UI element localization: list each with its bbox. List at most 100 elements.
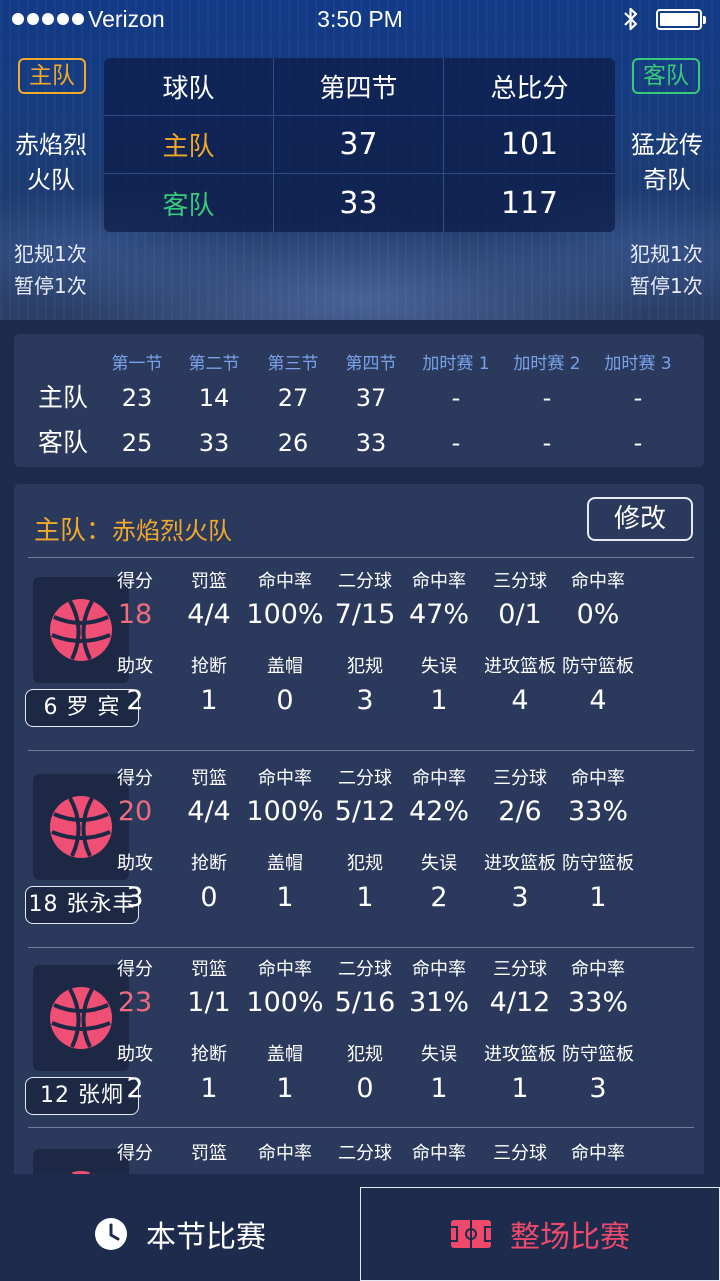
stat-label: 失误	[421, 656, 457, 677]
away-timeouts: 暂停1次	[630, 274, 703, 298]
stat-label: 命中率	[571, 768, 625, 789]
stat-label: 进攻篮板	[484, 656, 556, 677]
stat-value: 4/12	[489, 987, 551, 1018]
score-header-quarter: 第四节	[274, 58, 444, 116]
stat-value: 0	[276, 685, 294, 716]
stat-value: 2	[430, 882, 448, 913]
edit-button[interactable]: 修改	[587, 497, 693, 541]
quarter-scores-panel: 第一节 第二节 第三节 第四节 加时赛 1 加时赛 2 加时赛 3 主队 23 …	[14, 334, 704, 467]
stat-value: 33%	[567, 796, 628, 827]
quarter-value: -	[451, 429, 461, 457]
stat-label: 命中率	[258, 1143, 312, 1164]
quarter-value: -	[542, 429, 552, 457]
score-home-total: 101	[444, 116, 615, 174]
stat-label: 命中率	[571, 1143, 625, 1164]
stat-label: 防守篮板	[562, 853, 634, 874]
quarter-row-away: 客队 25 33 26 33 - - -	[14, 423, 704, 463]
bottom-tab-bar: 本节比赛 整场比赛	[0, 1187, 720, 1281]
player-stats-panel[interactable]: 主队：赤焰烈火队 修改 6 罗 宾得分 18 罚篮 4/4 命中率 100% 二分球 7/15…	[14, 484, 704, 1174]
basketball-icon	[67, 1171, 95, 1174]
stat-label: 命中率	[258, 768, 312, 789]
score-away-quarter: 33	[274, 174, 444, 232]
stat-label: 命中率	[258, 959, 312, 980]
tab-current-quarter-label: 本节比赛	[146, 1220, 266, 1255]
away-team-name: 猛龙传 奇队	[631, 131, 703, 194]
stat-value: 1	[589, 882, 607, 913]
divider	[28, 947, 694, 948]
status-bar: Verizon 3:50 PM	[0, 0, 720, 40]
player-row[interactable]: 得分 罚篮 命中率 二分球 命中率 三分球 命中率	[14, 1143, 704, 1174]
stat-value: 1	[430, 685, 448, 716]
score-home-quarter: 37	[274, 116, 444, 174]
away-fouls: 犯规1次	[630, 242, 703, 266]
score-away-label: 客队	[104, 174, 274, 232]
stat-label: 三分球	[493, 1143, 547, 1164]
score-home-label: 主队	[104, 116, 274, 174]
player-row[interactable]: 18 张永丰 得分 20 罚篮 4/4 命中率 100% 二分球 5/12 命中率 42% 三分球 2/…	[14, 768, 704, 964]
quarter-value: 33	[355, 429, 387, 457]
quarter-value: -	[633, 384, 643, 412]
stat-value: 1	[276, 1073, 294, 1104]
battery-icon	[656, 9, 706, 30]
quarter-row-home: 主队 23 14 27 37 - - -	[14, 378, 704, 418]
stat-label: 进攻篮板	[484, 853, 556, 874]
stat-label: 防守篮板	[562, 1044, 634, 1065]
stat-label: 进攻篮板	[484, 1044, 556, 1065]
panel-team-label: 主队：	[34, 516, 113, 546]
stat-value: 1	[511, 1073, 529, 1104]
bluetooth-icon	[622, 6, 640, 38]
stat-value: 0%	[576, 599, 620, 630]
divider	[28, 1127, 694, 1128]
stat-label: 三分球	[493, 768, 547, 789]
stat-value: 100%	[246, 599, 324, 630]
home-tag: 主队	[18, 58, 86, 94]
quarter-value: -	[542, 384, 552, 412]
stat-value: 47%	[408, 599, 469, 630]
stat-value: 0/1	[498, 599, 542, 630]
score-header-total: 总比分	[444, 58, 615, 116]
stat-value: 100%	[246, 796, 324, 827]
away-tag: 客队	[632, 58, 700, 94]
quarter-value: 27	[277, 384, 309, 412]
clock-icon	[95, 1218, 127, 1250]
stat-value: 100%	[246, 987, 324, 1018]
home-timeouts: 暂停1次	[14, 274, 87, 298]
stat-value: 1	[276, 882, 294, 913]
tab-full-game-label: 整场比赛	[510, 1220, 630, 1255]
tab-current-quarter[interactable]: 本节比赛	[0, 1187, 360, 1281]
stat-value: 3	[589, 1073, 607, 1104]
score-table: 球队 第四节 总比分 主队 37 101 客队 33 117	[104, 58, 615, 232]
divider	[28, 750, 694, 751]
quarter-value: 26	[277, 429, 309, 457]
stat-label: 命中率	[412, 1143, 466, 1164]
quarter-value: -	[451, 384, 461, 412]
away-side-stats: 犯规1次 暂停1次	[630, 238, 703, 302]
quarter-value: 37	[355, 384, 387, 412]
stat-label: 三分球	[493, 571, 547, 592]
quarter-value: 14	[198, 384, 230, 412]
stat-value: 3	[511, 882, 529, 913]
stat-value: 33%	[567, 987, 628, 1018]
stat-value: 4	[589, 685, 607, 716]
home-fouls: 犯规1次	[14, 242, 87, 266]
stat-label: 命中率	[571, 571, 625, 592]
stat-label: 命中率	[258, 571, 312, 592]
stat-label: 盖帽	[267, 1044, 303, 1065]
quarter-value: 33	[198, 429, 230, 457]
panel-team-title: 主队：赤焰烈火队	[34, 510, 232, 547]
player-row[interactable]: 6 罗 宾得分 18 罚篮 4/4 命中率 100% 二分球 7/15 命中率 47% 三分球 0/1…	[14, 571, 704, 767]
home-side-stats: 犯规1次 暂停1次	[14, 238, 87, 302]
tab-full-game[interactable]: 整场比赛	[360, 1187, 720, 1281]
stat-value: 2/6	[498, 796, 542, 827]
divider	[28, 557, 694, 558]
panel-team-name: 赤焰烈火队	[112, 517, 233, 545]
home-team-name: 赤焰烈 火队	[15, 131, 87, 194]
stat-label: 失误	[421, 853, 457, 874]
quarter-value: 25	[121, 429, 153, 457]
quarter-value: 23	[121, 384, 153, 412]
clock: 3:50 PM	[317, 6, 403, 32]
stat-label: 命中率	[571, 959, 625, 980]
score-away-total: 117	[500, 185, 559, 221]
stat-value: 1	[430, 1073, 448, 1104]
stat-value: 31%	[408, 987, 469, 1018]
